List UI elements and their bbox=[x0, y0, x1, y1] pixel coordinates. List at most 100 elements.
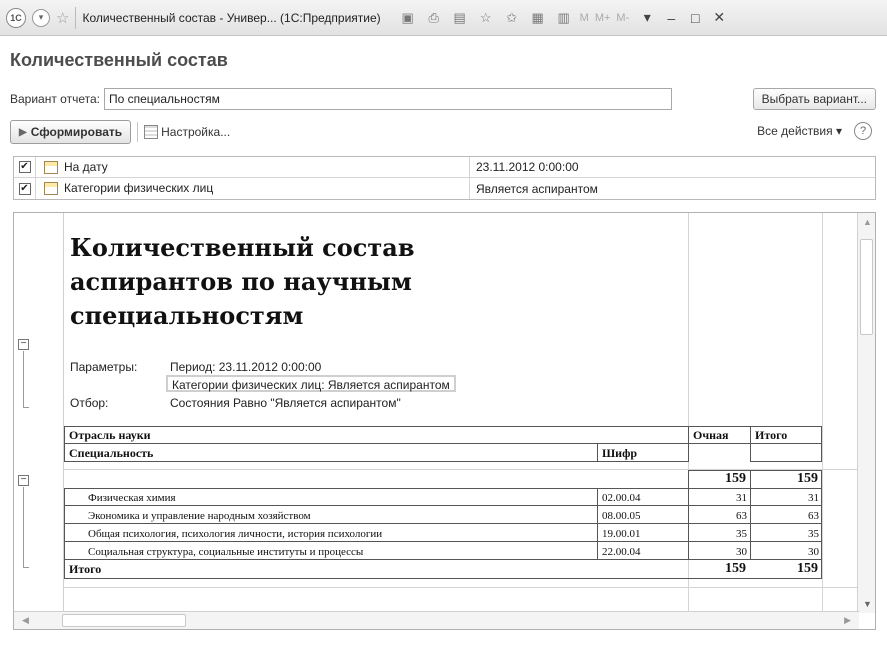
row-name: Экономика и управление народным хозяйств… bbox=[88, 510, 311, 522]
all-actions-menu[interactable]: Все действия ▾ bbox=[757, 124, 842, 138]
row-fulltime: 63 bbox=[736, 510, 747, 522]
row-name: Общая психология, психология личности, и… bbox=[88, 528, 383, 540]
command-bar: ▶ Сформировать Настройка... Все действия… bbox=[10, 120, 876, 144]
settings-param-value[interactable]: 23.11.2012 0:00:00 bbox=[470, 160, 579, 174]
app-logo-icon[interactable]: 1C bbox=[6, 7, 26, 28]
calendar-icon[interactable]: ▥ bbox=[554, 8, 574, 28]
category-checkbox[interactable]: ✔ bbox=[14, 178, 36, 199]
group-total-total: 159 bbox=[797, 471, 818, 486]
row-total: 35 bbox=[808, 528, 819, 540]
report-title: Количественный состав аспирантов по науч… bbox=[70, 233, 415, 330]
favorites-list-icon[interactable]: ✩ bbox=[502, 8, 522, 28]
vertical-scroll-thumb[interactable] bbox=[860, 239, 873, 335]
maximize-icon[interactable]: □ bbox=[686, 10, 704, 26]
group-tick bbox=[23, 567, 29, 568]
generate-report-button[interactable]: ▶ Сформировать bbox=[10, 120, 132, 144]
collapse-rows-icon[interactable]: − bbox=[18, 475, 29, 486]
settings-label: Настройка... bbox=[161, 125, 231, 139]
row-divider bbox=[64, 523, 822, 524]
window-title: Количественный состав - Универ... (1С:Пр… bbox=[82, 10, 381, 25]
memory-button-m-plus[interactable]: M+ bbox=[595, 12, 611, 24]
command-separator bbox=[137, 122, 139, 142]
memory-button-m[interactable]: M bbox=[580, 12, 589, 24]
horizontal-scroll-thumb[interactable] bbox=[62, 614, 186, 627]
settings-param-name: На дату bbox=[64, 156, 470, 178]
variant-label: Вариант отчета: bbox=[10, 92, 100, 106]
titlebar-separator bbox=[75, 6, 77, 29]
header-specialty: Специальность bbox=[69, 446, 154, 460]
scroll-down-icon[interactable]: ▼ bbox=[863, 599, 872, 609]
scroll-left-icon[interactable]: ◀ bbox=[22, 615, 29, 626]
row-code: 08.00.05 bbox=[602, 510, 641, 522]
row-code: 02.00.04 bbox=[602, 492, 641, 504]
row-code: 19.00.01 bbox=[602, 528, 641, 540]
parameter-icon bbox=[44, 160, 58, 174]
quick-settings-table: ✔ На дату 23.11.2012 0:00:00 ✔ Категории… bbox=[13, 156, 876, 200]
grand-total-total: 159 bbox=[797, 561, 818, 576]
header-fulltime: Очная bbox=[693, 428, 729, 442]
settings-row-category: ✔ Категории физических лиц Является аспи… bbox=[14, 178, 875, 199]
grouping-bar: − − bbox=[14, 213, 64, 613]
window-menu-icon[interactable]: ▾ bbox=[638, 9, 656, 26]
menu-dropdown-icon[interactable]: ▾ bbox=[32, 8, 50, 27]
play-icon: ▶ bbox=[19, 126, 27, 138]
filter-value: Состояния Равно "Является аспирантом" bbox=[170, 396, 401, 410]
row-divider bbox=[64, 541, 822, 542]
favorite-star-icon[interactable]: ☆ bbox=[56, 9, 69, 27]
group-line bbox=[23, 487, 24, 567]
grid-line bbox=[64, 587, 859, 588]
variant-field[interactable]: По специальностям bbox=[104, 88, 672, 110]
scroll-up-icon[interactable]: ▲ bbox=[863, 217, 872, 227]
group-total-fulltime: 159 bbox=[725, 471, 746, 486]
checkbox-checked-icon: ✔ bbox=[18, 182, 31, 195]
header-code: Шифр bbox=[602, 446, 638, 460]
page-title: Количественный состав bbox=[10, 50, 228, 70]
row-fulltime: 31 bbox=[736, 492, 747, 504]
close-icon[interactable]: ✕ bbox=[710, 9, 728, 26]
settings-param-value[interactable]: Является аспирантом bbox=[470, 182, 598, 196]
grand-total-fulltime: 159 bbox=[725, 561, 746, 576]
date-checkbox[interactable]: ✔ bbox=[14, 156, 36, 178]
report-variant-row: Вариант отчета: По специальностям Выбрат… bbox=[10, 88, 876, 110]
settings-button[interactable]: Настройка... bbox=[144, 125, 230, 139]
help-icon[interactable]: ? bbox=[854, 122, 872, 140]
header-branch: Отрасль науки bbox=[69, 428, 151, 442]
row-name: Социальная структура, социальные институ… bbox=[88, 546, 364, 558]
horizontal-scrollbar[interactable]: ◀ ▶ bbox=[14, 611, 859, 629]
params-category: Категории физических лиц: Является аспир… bbox=[166, 375, 456, 392]
row-total: 30 bbox=[808, 546, 819, 558]
parameter-icon bbox=[44, 182, 58, 195]
group-tick bbox=[23, 407, 29, 408]
scroll-right-icon[interactable]: ▶ bbox=[844, 615, 851, 626]
header-cell-total-spacer bbox=[750, 443, 822, 462]
titlebar-tools: ▣ ⎙ ▤ ☆ ✩ ▦ ▥ M M+ M- ▾ – □ ✕ bbox=[395, 8, 729, 28]
params-period: Период: 23.11.2012 0:00:00 bbox=[170, 360, 322, 374]
group-line bbox=[23, 351, 24, 407]
grid-line bbox=[822, 213, 823, 613]
header-cell-branch bbox=[64, 426, 689, 444]
preview-icon[interactable]: ▤ bbox=[450, 8, 470, 28]
vertical-scrollbar[interactable]: ▲ ▼ bbox=[857, 213, 875, 613]
row-fulltime: 30 bbox=[736, 546, 747, 558]
row-divider bbox=[64, 505, 822, 506]
settings-param-name: Категории физических лиц bbox=[64, 178, 470, 199]
report-document[interactable]: − − Количественный состав аспирантов по … bbox=[13, 212, 876, 630]
memory-button-m-minus[interactable]: M- bbox=[616, 12, 629, 24]
filter-label: Отбор: bbox=[70, 396, 109, 410]
minimize-icon[interactable]: – bbox=[662, 10, 680, 26]
settings-row-date: ✔ На дату 23.11.2012 0:00:00 bbox=[14, 156, 875, 178]
add-favorite-icon[interactable]: ☆ bbox=[476, 8, 496, 28]
window-titlebar: 1C ▾ ☆ Количественный состав - Универ...… bbox=[0, 0, 887, 36]
collapse-header-icon[interactable]: − bbox=[18, 339, 29, 350]
choose-variant-button[interactable]: Выбрать вариант... bbox=[752, 88, 876, 110]
calculator-icon[interactable]: ▦ bbox=[528, 8, 548, 28]
row-fulltime: 35 bbox=[736, 528, 747, 540]
generate-label: Сформировать bbox=[30, 125, 123, 139]
print-icon[interactable]: ⎙ bbox=[424, 8, 444, 28]
save-icon[interactable]: ▣ bbox=[398, 8, 418, 28]
header-total: Итого bbox=[755, 428, 788, 442]
grand-total-label: Итого bbox=[69, 562, 102, 576]
row-code: 22.00.04 bbox=[602, 546, 641, 558]
row-total: 31 bbox=[808, 492, 819, 504]
settings-icon bbox=[144, 125, 159, 139]
